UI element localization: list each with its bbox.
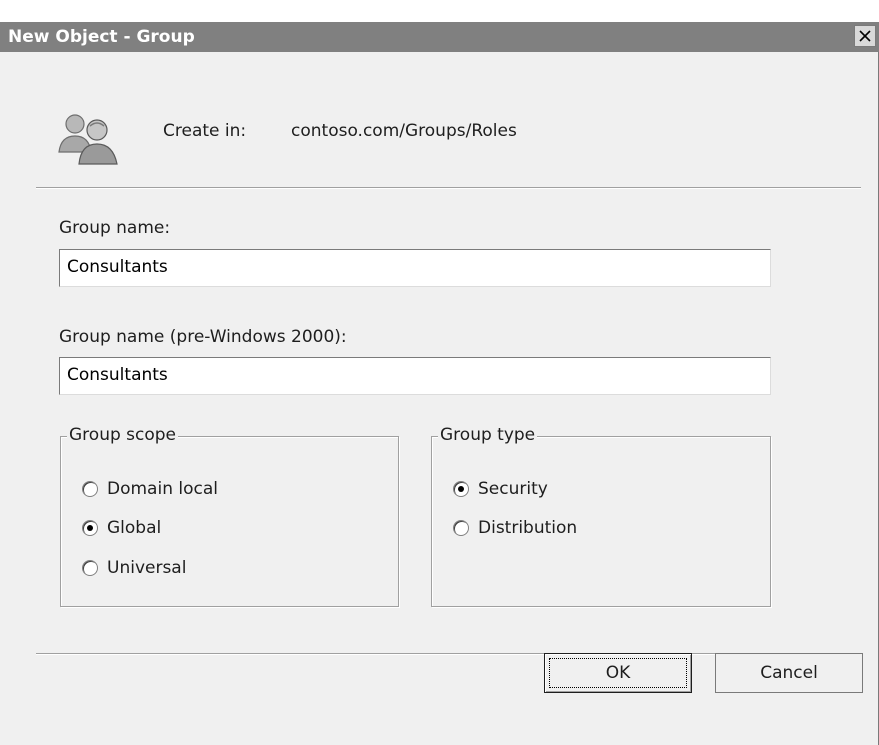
radio-button-global[interactable]: [82, 520, 98, 536]
radio-label-distribution: Distribution: [478, 518, 578, 538]
radio-domain-local[interactable]: Domain local: [82, 479, 218, 499]
cancel-button-label: Cancel: [760, 663, 818, 683]
radio-distribution[interactable]: Distribution: [453, 518, 577, 538]
radio-button-domain-local[interactable]: [82, 481, 98, 497]
radio-label-global: Global: [107, 518, 162, 538]
cancel-button[interactable]: Cancel: [715, 653, 863, 693]
group-type-legend: Group type: [438, 425, 538, 445]
group-name-field[interactable]: Consultants: [59, 249, 771, 287]
group-name-pre2000-field[interactable]: Consultants: [59, 357, 771, 395]
group-name-pre2000-label: Group name (pre-Windows 2000):: [59, 327, 347, 347]
radio-label-security: Security: [478, 479, 548, 499]
close-icon: [859, 30, 871, 42]
radio-button-universal[interactable]: [82, 560, 98, 576]
new-object-group-dialog: New Object - Group Create in: contoso.co…: [0, 22, 879, 745]
radio-universal[interactable]: Universal: [82, 558, 186, 578]
background-strip: [0, 0, 879, 22]
group-scope-box: Group scope Domain local Global Universa…: [60, 425, 399, 607]
users-group-icon: [58, 114, 118, 165]
ok-button[interactable]: OK: [544, 653, 692, 693]
title-bar[interactable]: New Object - Group: [0, 22, 879, 52]
group-name-label: Group name:: [59, 218, 171, 238]
radio-button-security[interactable]: [453, 481, 469, 497]
ok-focus-ring: [549, 658, 687, 688]
window-title: New Object - Group: [8, 27, 195, 47]
radio-global[interactable]: Global: [82, 518, 161, 538]
group-scope-legend: Group scope: [67, 425, 179, 445]
radio-label-domain-local: Domain local: [107, 479, 218, 499]
group-type-box: Group type Security Distribution: [431, 425, 771, 607]
radio-security[interactable]: Security: [453, 479, 548, 499]
close-button[interactable]: [854, 25, 876, 47]
radio-label-universal: Universal: [107, 558, 187, 578]
create-in-label: Create in:: [163, 121, 247, 141]
radio-button-distribution[interactable]: [453, 520, 469, 536]
separator-top: [36, 187, 861, 189]
create-in-path: contoso.com/Groups/Roles: [291, 121, 517, 141]
